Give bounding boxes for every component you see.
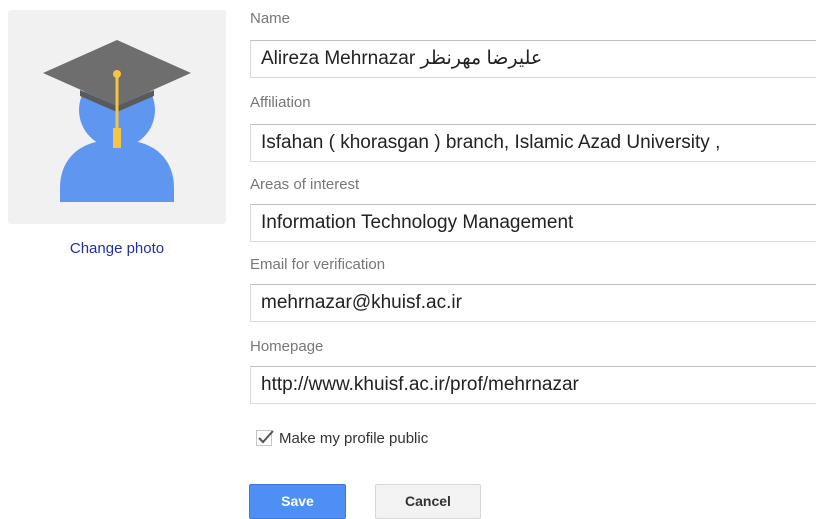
- public-profile-checkbox-row[interactable]: Make my profile public: [256, 428, 428, 448]
- profile-photo[interactable]: [8, 10, 226, 224]
- interests-input[interactable]: Information Technology Management: [250, 204, 816, 242]
- name-input[interactable]: Alireza Mehrnazar علیرضا مهرنظر: [250, 40, 816, 78]
- affiliation-input[interactable]: Isfahan ( khorasgan ) branch, Islamic Az…: [250, 124, 816, 162]
- homepage-input[interactable]: http://www.khuisf.ac.ir/prof/mehrnazar: [250, 366, 816, 404]
- name-label: Name: [250, 10, 291, 27]
- email-label: Email for verification: [250, 256, 386, 273]
- cancel-button[interactable]: Cancel: [375, 484, 481, 519]
- graduate-avatar-icon: [43, 40, 191, 202]
- email-input[interactable]: mehrnazar@khuisf.ac.ir: [250, 284, 816, 322]
- checkmark-icon: [258, 430, 274, 444]
- save-button[interactable]: Save: [249, 484, 346, 519]
- public-profile-checkbox[interactable]: [256, 430, 274, 446]
- affiliation-label: Affiliation: [250, 94, 311, 111]
- edit-profile-page: Change photo Name Alireza Mehrnazar علیر…: [0, 0, 816, 519]
- public-profile-label: Make my profile public: [279, 429, 429, 447]
- change-photo-link[interactable]: Change photo: [8, 240, 226, 257]
- interests-label: Areas of interest: [250, 176, 360, 193]
- homepage-label: Homepage: [250, 338, 324, 355]
